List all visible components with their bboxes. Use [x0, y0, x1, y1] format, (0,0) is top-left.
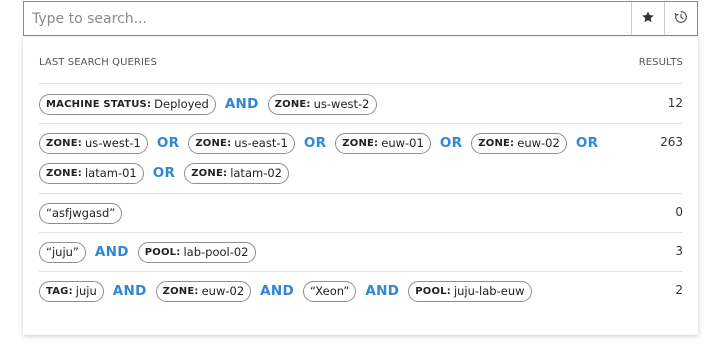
result-count: 12 [667, 96, 683, 110]
chip-value: us-west-1 [84, 136, 141, 150]
history-header: LAST SEARCH QUERIES RESULTS [39, 57, 683, 73]
query-chip[interactable]: “Xeon” [303, 280, 357, 302]
chip-key: POOL: [144, 246, 181, 258]
query-row[interactable]: TAG: juju AND ZONE: euw-02 AND “Xeon” AND … [39, 271, 683, 311]
query-chip[interactable]: TAG: juju [39, 280, 104, 302]
query-operator: OR [439, 135, 463, 151]
query-operator: AND [365, 283, 400, 299]
results-header-label: RESULTS [638, 57, 683, 68]
query-line: MACHINE STATUS: Deployed AND ZONE: us-west… [39, 93, 377, 115]
chip-value: euw-02 [201, 284, 245, 298]
chip-key: ZONE: [195, 137, 232, 149]
chip-key: ZONE: [46, 137, 82, 149]
query-chip[interactable]: POOL: lab-pool-02 [137, 241, 256, 263]
query-line: “juju” AND POOL: lab-pool-02 [39, 241, 256, 263]
chip-key: TAG: [46, 285, 73, 297]
chip-value: “juju” [46, 245, 79, 259]
query-operator: AND [224, 96, 259, 112]
query-chip[interactable]: MACHINE STATUS: Deployed [39, 93, 216, 115]
query-chip[interactable]: ZONE: us-west-2 [267, 93, 377, 115]
query-line: “asfjwgasd” [39, 202, 123, 224]
chip-key: ZONE: [191, 167, 228, 179]
chip-value: euw-02 [517, 136, 560, 150]
search-bar [23, 1, 698, 36]
query-operator: OR [575, 135, 599, 151]
query-chip[interactable]: ZONE: euw-02 [471, 132, 567, 154]
query-operator: OR [303, 135, 327, 151]
query-line: TAG: juju AND ZONE: euw-02 AND “Xeon” AND … [39, 280, 532, 302]
query-chip[interactable]: ZONE: us-west-1 [39, 132, 148, 154]
history-button[interactable] [664, 2, 697, 35]
chip-value: “Xeon” [310, 284, 350, 298]
query-operator: AND [94, 244, 129, 260]
query-line: ZONE: us-west-1 OR ZONE: us-east-1 OR ZONE… [39, 132, 607, 154]
chip-key: ZONE: [274, 98, 311, 110]
query-chip[interactable]: ZONE: latam-01 [39, 162, 144, 184]
query-operator: OR [152, 165, 176, 181]
query-row[interactable]: MACHINE STATUS: Deployed AND ZONE: us-west… [39, 83, 683, 123]
chip-key: MACHINE STATUS: [46, 98, 152, 110]
query-row[interactable]: ZONE: us-west-1 OR ZONE: us-east-1 OR ZONE… [39, 123, 683, 193]
chip-key: ZONE: [46, 167, 82, 179]
chip-key: ZONE: [162, 285, 199, 297]
chip-value: juju [75, 284, 97, 298]
result-count: 2 [675, 283, 683, 297]
chip-key: ZONE: [478, 137, 515, 149]
query-chip[interactable]: “juju” [39, 241, 86, 263]
favorite-button[interactable] [631, 2, 664, 35]
chip-value: juju-lab-euw [453, 284, 525, 298]
chip-value: lab-pool-02 [183, 245, 249, 259]
result-count: 3 [675, 244, 683, 258]
query-chip[interactable]: “asfjwgasd” [39, 202, 123, 224]
query-chip[interactable]: POOL: juju-lab-euw [408, 280, 532, 302]
chip-value: us-east-1 [234, 136, 288, 150]
query-chip[interactable]: ZONE: latam-02 [184, 162, 289, 184]
query-operator: AND [112, 283, 147, 299]
query-chip[interactable]: ZONE: us-east-1 [188, 132, 295, 154]
query-line: ZONE: latam-01 OR ZONE: latam-02 [39, 162, 289, 184]
result-count: 263 [660, 135, 683, 149]
chip-value: latam-01 [84, 166, 137, 180]
recent-history-icon [673, 9, 689, 29]
search-input[interactable] [24, 2, 631, 35]
chip-value: latam-02 [230, 166, 282, 180]
chip-value: us-west-2 [313, 97, 370, 111]
query-row[interactable]: “juju” AND POOL: lab-pool-02 3 [39, 232, 683, 271]
chip-key: ZONE: [342, 137, 379, 149]
chip-value: Deployed [154, 97, 209, 111]
query-operator: AND [260, 283, 294, 299]
query-chip[interactable]: ZONE: euw-02 [155, 280, 252, 302]
search-history-dropdown: LAST SEARCH QUERIES RESULTS MACHINE STAT… [23, 37, 698, 335]
queries-header-label: LAST SEARCH QUERIES [39, 57, 157, 68]
star-icon [641, 9, 655, 28]
query-chip[interactable]: ZONE: euw-01 [335, 132, 431, 154]
result-count: 0 [675, 205, 683, 219]
query-row[interactable]: “asfjwgasd” 0 [39, 193, 683, 232]
query-operator: OR [156, 135, 180, 151]
chip-key: POOL: [415, 285, 451, 297]
chip-value: euw-01 [381, 136, 424, 150]
chip-value: “asfjwgasd” [46, 206, 116, 220]
